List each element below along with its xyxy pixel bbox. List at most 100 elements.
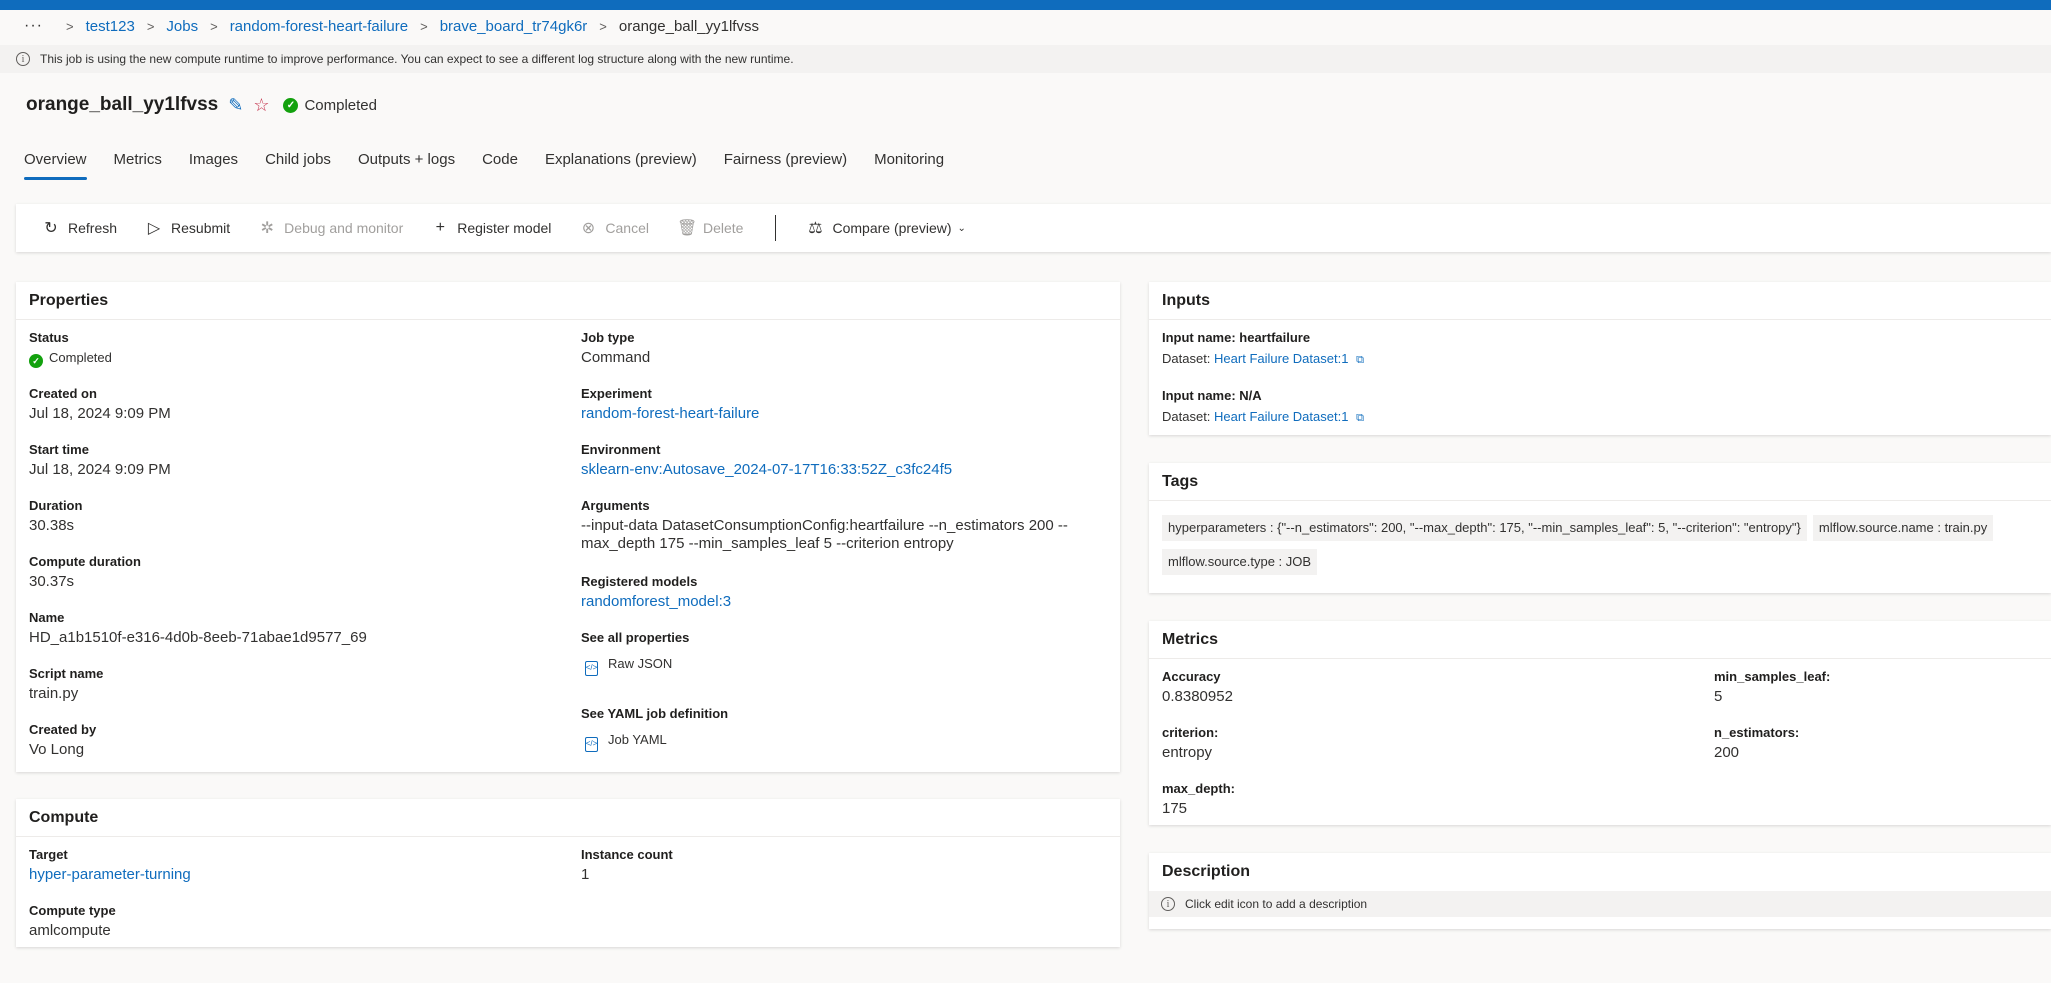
tab-bar: Overview Metrics Images Child jobs Outpu… [24, 148, 971, 182]
compute-type-value: amlcompute [29, 922, 111, 939]
created-on-value: Jul 18, 2024 9:09 PM [29, 405, 171, 422]
plus-icon: + [435, 219, 445, 236]
description-hint: Click edit icon to add a description [1185, 897, 1368, 911]
input-dataset-row: Dataset: Heart Failure Dataset:1 ⧉ [1162, 409, 1364, 425]
command-bar: ↻ Refresh ▷ Resubmit ✲ Debug and monitor… [16, 204, 2051, 252]
yaml-definition-section: See YAML job definition </> Job YAML [581, 706, 728, 752]
registered-models-label: Registered models [581, 574, 698, 589]
environment-link[interactable]: sklearn-env:Autosave_2024-07-17T16:33:52… [581, 461, 952, 479]
arguments-line-1: --input-data DatasetConsumptionConfig:he… [581, 517, 1068, 534]
metric-item: max_depth: 175 [1162, 781, 1235, 818]
target-property: Target hyper-parameter-turning [29, 847, 191, 884]
tab-images[interactable]: Images [189, 148, 238, 182]
dataset-link[interactable]: Heart Failure Dataset:1 [1214, 409, 1348, 424]
breadcrumb-experiment[interactable]: random-forest-heart-failure [230, 18, 408, 35]
properties-card: Properties Status ✓ Completed Created on … [16, 282, 1120, 772]
tab-explanations[interactable]: Explanations (preview) [545, 148, 697, 182]
environment-label: Environment [581, 442, 661, 457]
all-properties-label: See all properties [581, 630, 690, 645]
raw-json-button[interactable]: </> Raw JSON [585, 655, 689, 676]
debug-monitor-button[interactable]: ✲ Debug and monitor [258, 218, 403, 238]
chevron-right-icon: > [146, 18, 155, 34]
script-name-label: Script name [29, 666, 104, 681]
status-value-text: Completed [49, 350, 112, 365]
duration-value: 30.38s [29, 517, 75, 534]
favorite-star-icon[interactable]: ☆ [253, 95, 269, 116]
metric-value: entropy [1162, 744, 1213, 761]
refresh-button[interactable]: ↻ Refresh [42, 218, 117, 238]
external-link-icon[interactable]: ⧉ [1356, 412, 1364, 424]
experiment-link[interactable]: random-forest-heart-failure [581, 405, 759, 423]
delete-button[interactable]: 🗑 Delete [677, 218, 743, 238]
instance-count-property: Instance count 1 [581, 847, 673, 884]
script-name-property: Script name train.py [29, 666, 103, 703]
breadcrumb-jobs[interactable]: Jobs [166, 18, 198, 35]
breadcrumb-parent-job[interactable]: brave_board_tr74gk6r [440, 18, 588, 35]
inputs-card: Inputs Input name: heartfailure Dataset:… [1149, 282, 2051, 435]
job-header: orange_ball_yy1lfvss ✎ ☆ ✓ Completed [26, 93, 377, 117]
chevron-right-icon: > [420, 18, 428, 34]
compute-duration-property: Compute duration 30.37s [29, 554, 141, 591]
description-hint-bar: i Click edit icon to add a description [1149, 891, 2051, 917]
scale-icon: ⚖ [808, 220, 823, 237]
page-title: orange_ball_yy1lfvss [26, 94, 219, 115]
compare-button[interactable]: ⚖ Compare (preview) ⌄ [806, 218, 966, 238]
tab-outputs-logs[interactable]: Outputs + logs [358, 148, 455, 182]
target-link[interactable]: hyper-parameter-turning [29, 866, 191, 884]
bug-icon: ✲ [260, 220, 274, 237]
registered-model-link[interactable]: randomforest_model:3 [581, 593, 731, 611]
register-model-button[interactable]: + Register model [431, 219, 552, 237]
metric-value: 5 [1714, 688, 1723, 705]
compute-type-property: Compute type amlcompute [29, 903, 116, 940]
input-name: Input name: heartfailure [1162, 330, 1311, 345]
job-yaml-button[interactable]: </> Job YAML [585, 731, 728, 752]
duration-property: Duration 30.38s [29, 498, 82, 535]
metric-label: min_samples_leaf: [1714, 669, 1831, 684]
dataset-label: Dataset: [1162, 351, 1211, 366]
resubmit-button[interactable]: ▷ Resubmit [145, 218, 230, 238]
cancel-button[interactable]: ⊗ Cancel [579, 218, 649, 238]
tab-overview[interactable]: Overview [24, 148, 87, 182]
edit-pencil-icon[interactable]: ✎ [228, 95, 243, 116]
status-label: Status [29, 330, 69, 345]
checkmark-icon: ✓ [283, 97, 299, 113]
info-icon: i [16, 52, 30, 66]
start-time-label: Start time [29, 442, 89, 457]
metric-value: 175 [1162, 800, 1188, 817]
runtime-info-bar: i This job is using the new compute runt… [0, 45, 2051, 73]
experiment-label: Experiment [581, 386, 652, 401]
registered-models-property: Registered models randomforest_model:3 [581, 574, 731, 611]
tab-metrics[interactable]: Metrics [114, 148, 162, 182]
created-on-label: Created on [29, 386, 97, 401]
breadcrumb-workspace[interactable]: test123 [86, 18, 135, 35]
metric-label: criterion: [1162, 725, 1219, 740]
tab-code[interactable]: Code [482, 148, 518, 182]
compute-type-label: Compute type [29, 903, 116, 918]
inputs-title: Inputs [1149, 282, 2051, 320]
tags-card: Tags hyperparameters : {"--n_estimators"… [1149, 463, 2051, 593]
dataset-link[interactable]: Heart Failure Dataset:1 [1214, 351, 1348, 366]
breadcrumb-current: orange_ball_yy1lfvss [618, 17, 759, 35]
created-on-property: Created on Jul 18, 2024 9:09 PM [29, 386, 171, 423]
start-time-property: Start time Jul 18, 2024 9:09 PM [29, 442, 171, 479]
metrics-title: Metrics [1149, 621, 2051, 659]
tab-child-jobs[interactable]: Child jobs [265, 148, 331, 182]
top-accent-bar [0, 0, 2051, 10]
delete-label: Delete [703, 220, 744, 236]
chevron-right-icon: > [210, 18, 218, 34]
job-yaml-label: Job YAML [608, 732, 667, 747]
status-value: ✓ Completed [29, 349, 112, 368]
breadcrumb-more-button[interactable]: ··· [24, 17, 54, 35]
all-properties-section: See all properties </> Raw JSON [581, 630, 689, 676]
name-property: Name HD_a1b1510f-e316-4d0b-8eeb-71abae1d… [29, 610, 367, 647]
created-by-property: Created by Vo Long [29, 722, 96, 759]
tab-monitoring[interactable]: Monitoring [874, 148, 944, 182]
tab-fairness[interactable]: Fairness (preview) [724, 148, 847, 182]
chevron-right-icon: > [66, 18, 74, 34]
metric-label: max_depth: [1162, 781, 1235, 796]
toolbar-divider [775, 215, 777, 241]
external-link-icon[interactable]: ⧉ [1356, 354, 1364, 366]
raw-json-label: Raw JSON [608, 656, 673, 671]
script-name-value: train.py [29, 685, 79, 702]
yaml-definition-label: See YAML job definition [581, 706, 729, 721]
